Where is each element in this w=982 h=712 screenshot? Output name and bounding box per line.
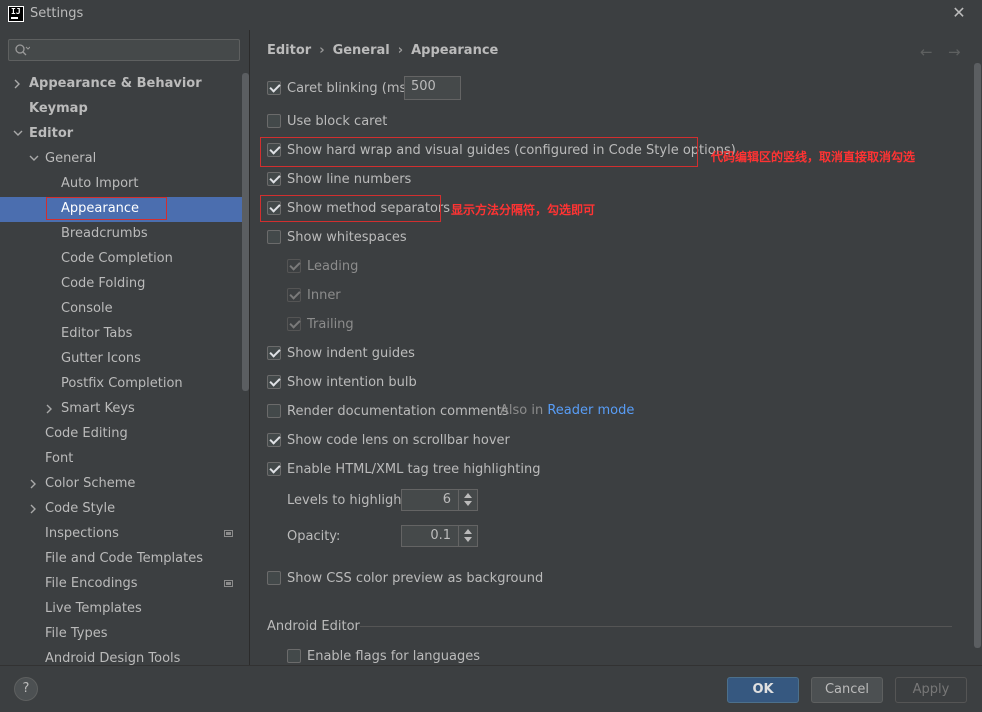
trailing-label: Trailing <box>307 317 354 332</box>
annotation-highlight-box <box>260 195 441 222</box>
title-bar <box>0 0 982 30</box>
breadcrumb-separator: › <box>397 43 404 58</box>
indent-guides-label: Show indent guides <box>287 346 415 361</box>
line-numbers-checkbox[interactable] <box>267 172 281 186</box>
levels-label: Levels to highlight: <box>287 493 411 508</box>
caret-blinking-input[interactable]: 500 <box>404 76 461 100</box>
spinner-up-icon[interactable] <box>464 529 472 534</box>
tree-item-font[interactable]: Font <box>45 446 73 471</box>
line-numbers-label: Show line numbers <box>287 172 412 187</box>
spinner-down-icon[interactable] <box>464 537 472 542</box>
inner-checkbox[interactable] <box>287 288 301 302</box>
tree-item-color-scheme[interactable]: Color Scheme <box>45 471 135 496</box>
project-scope-icon <box>224 530 233 537</box>
tree-item-appearance-behavior[interactable]: Appearance & Behavior <box>29 71 202 96</box>
tree-item-file-code-templates[interactable]: File and Code Templates <box>45 546 203 571</box>
tree-item-editor[interactable]: Editor <box>29 121 73 146</box>
code-lens-label: Show code lens on scrollbar hover <box>287 433 510 448</box>
cancel-button[interactable]: Cancel <box>811 677 883 703</box>
back-arrow-icon[interactable]: ← <box>920 43 933 61</box>
sidebar-scrollbar[interactable] <box>242 73 249 391</box>
reader-mode-link[interactable]: Reader mode <box>547 403 634 418</box>
annotation-highlight-box <box>260 137 698 167</box>
chevron-right-icon[interactable] <box>29 496 39 521</box>
close-icon[interactable]: ✕ <box>950 4 968 22</box>
caret-blinking-label: Caret blinking (ms): <box>287 81 416 96</box>
css-color-checkbox[interactable] <box>267 571 281 585</box>
chevron-right-icon[interactable] <box>29 471 39 496</box>
content-scrollbar[interactable] <box>974 63 981 648</box>
spinner-up-icon[interactable] <box>464 493 472 498</box>
tree-item-code-style[interactable]: Code Style <box>45 496 115 521</box>
language-flags-label: Enable flags for languages <box>307 649 481 664</box>
tree-item-general[interactable]: General <box>45 146 96 171</box>
inner-label: Inner <box>307 288 341 303</box>
tree-item-code-completion[interactable]: Code Completion <box>61 246 173 271</box>
project-scope-icon <box>224 580 233 587</box>
search-icon <box>15 44 30 56</box>
android-editor-section-title: Android Editor <box>267 619 360 634</box>
tree-item-gutter-icons[interactable]: Gutter Icons <box>61 346 141 371</box>
tree-item-file-encodings[interactable]: File Encodings <box>45 571 138 596</box>
breadcrumb-item: Appearance <box>411 43 499 58</box>
forward-arrow-icon[interactable]: → <box>948 43 961 61</box>
help-button[interactable]: ? <box>14 677 38 701</box>
chevron-down-icon[interactable] <box>13 121 23 146</box>
annotation-highlight-box <box>46 197 167 220</box>
reader-mode-hint-text: Also in <box>500 403 544 418</box>
whitespaces-label: Show whitespaces <box>287 230 407 245</box>
tree-item-file-types[interactable]: File Types <box>45 621 108 646</box>
method-separators-annotation: 显示方法分隔符，勾选即可 <box>451 203 596 217</box>
breadcrumb-item: General <box>332 43 390 58</box>
leading-label: Leading <box>307 259 359 274</box>
intention-bulb-checkbox[interactable] <box>267 375 281 389</box>
section-separator <box>360 626 952 627</box>
opacity-label: Opacity: <box>287 529 341 544</box>
levels-spinner-arrows[interactable] <box>458 489 476 511</box>
tag-tree-checkbox[interactable] <box>267 462 281 476</box>
tree-item-inspections[interactable]: Inspections <box>45 521 119 546</box>
chevron-right-icon[interactable] <box>45 396 55 421</box>
tree-item-editor-tabs[interactable]: Editor Tabs <box>61 321 132 346</box>
breadcrumb-separator: › <box>319 43 325 58</box>
indent-guides-checkbox[interactable] <box>267 346 281 360</box>
chevron-down-icon[interactable] <box>29 146 39 171</box>
tree-item-postfix-completion[interactable]: Postfix Completion <box>61 371 183 396</box>
settings-search-input[interactable] <box>8 39 240 61</box>
block-caret-label: Use block caret <box>287 114 388 129</box>
ok-button[interactable]: OK <box>727 677 799 703</box>
render-docs-checkbox[interactable] <box>267 404 281 418</box>
window-title: Settings <box>30 6 84 21</box>
reader-mode-hint: Also in Reader mode <box>500 402 634 419</box>
tree-item-code-folding[interactable]: Code Folding <box>61 271 145 296</box>
opacity-spinner-arrows[interactable] <box>458 525 476 547</box>
tree-item-breadcrumbs[interactable]: Breadcrumbs <box>61 221 148 246</box>
block-caret-checkbox[interactable] <box>267 114 281 128</box>
tag-tree-label: Enable HTML/XML tag tree highlighting <box>287 462 541 477</box>
apply-button[interactable]: Apply <box>895 677 967 703</box>
tree-item-auto-import[interactable]: Auto Import <box>61 171 138 196</box>
code-lens-checkbox[interactable] <box>267 433 281 447</box>
tree-item-live-templates[interactable]: Live Templates <box>45 596 142 621</box>
chevron-right-icon[interactable] <box>13 71 23 96</box>
intellij-app-icon: IJ <box>8 6 24 22</box>
whitespaces-checkbox[interactable] <box>267 230 281 244</box>
intention-bulb-label: Show intention bulb <box>287 375 417 390</box>
language-flags-checkbox[interactable] <box>287 649 301 663</box>
breadcrumb-item: Editor <box>267 43 312 58</box>
spinner-down-icon[interactable] <box>464 501 472 506</box>
render-docs-label: Render documentation comments <box>287 404 509 419</box>
css-color-label: Show CSS color preview as background <box>287 571 544 586</box>
caret-blinking-checkbox[interactable] <box>267 81 281 95</box>
breadcrumb: Editor › General › Appearance <box>267 43 498 58</box>
tree-item-code-editing[interactable]: Code Editing <box>45 421 128 446</box>
trailing-checkbox[interactable] <box>287 317 301 331</box>
hard-wrap-annotation: 代码编辑区的竖线，取消直接取消勾选 <box>711 150 916 164</box>
tree-item-keymap[interactable]: Keymap <box>29 96 88 121</box>
leading-checkbox[interactable] <box>287 259 301 273</box>
tree-item-smart-keys[interactable]: Smart Keys <box>61 396 135 421</box>
tree-item-console[interactable]: Console <box>61 296 113 321</box>
